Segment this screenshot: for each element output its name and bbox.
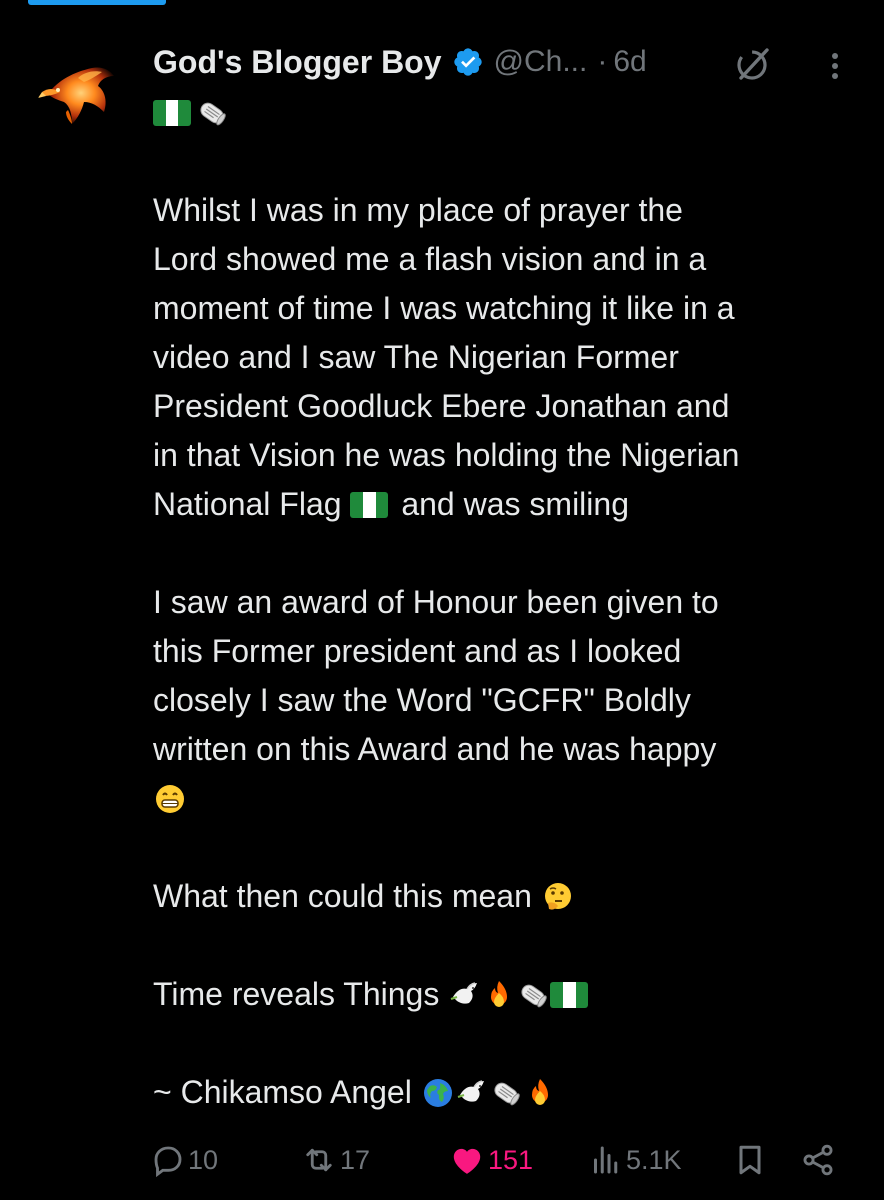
author-handle[interactable]: @Ch... xyxy=(494,45,588,79)
post-text-segment: Lord showed me a flash vision and in a xyxy=(153,241,707,277)
action-bar: 10 17 151 5.1K xyxy=(150,1138,850,1182)
more-options-icon[interactable] xyxy=(823,46,847,86)
post-text-line: in that Vision he was holding the Nigeri… xyxy=(153,431,739,480)
bookmark-icon xyxy=(732,1142,768,1178)
post-text-segment: What then could this mean xyxy=(153,878,541,914)
reply-count: 10 xyxy=(188,1144,219,1175)
post-body: Whilst I was in my place of prayer the Lo… xyxy=(153,88,739,1117)
post-text-line xyxy=(153,1019,739,1068)
reply-icon xyxy=(150,1142,186,1178)
post-text-segment: moment of time I was watching it like in… xyxy=(153,290,735,326)
top-tab-indicator xyxy=(28,0,166,5)
post-text-segment: video and I saw The Nigerian Former xyxy=(153,339,679,375)
repost-count: 17 xyxy=(340,1144,371,1175)
post-text-segment: written on this Award and he was happy xyxy=(153,731,717,767)
post-text-line: this Former president and as I looked xyxy=(153,627,739,676)
repost-icon xyxy=(300,1142,338,1178)
post-text-segment: ~ Chikamso Angel xyxy=(153,1074,421,1110)
share-icon xyxy=(800,1142,836,1178)
post-text-line: National Flag and was smiling xyxy=(153,480,739,529)
post-text-line: Lord showed me a flash vision and in a xyxy=(153,235,739,284)
bookmark-button[interactable] xyxy=(732,1138,768,1182)
post-text-segment: and was smiling xyxy=(392,486,629,522)
post-text-segment: Time reveals Things xyxy=(153,976,449,1012)
flaming-eagle-avatar-icon xyxy=(38,50,120,132)
fire-icon xyxy=(483,976,515,1025)
rolled-newspaper-icon xyxy=(490,1074,522,1123)
grinning-face-icon xyxy=(154,780,186,829)
avatar[interactable] xyxy=(38,50,120,132)
post-text-segment: President Goodluck Ebere Jonathan and xyxy=(153,388,730,424)
fire-icon xyxy=(524,1074,556,1123)
like-count: 151 xyxy=(488,1144,534,1175)
views-count: 5.1K xyxy=(626,1144,682,1175)
grok-icon[interactable] xyxy=(733,44,773,84)
post-timestamp[interactable]: 6d xyxy=(613,45,646,79)
post-text-line: Time reveals Things xyxy=(153,970,739,1019)
post-text-segment: I saw an award of Honour been given to xyxy=(153,584,719,620)
post-text-segment: Whilst I was in my place of prayer the xyxy=(153,192,683,228)
post-text-line: ~ Chikamso Angel xyxy=(153,1068,739,1117)
rolled-newspaper-icon xyxy=(517,976,549,1025)
repost-button[interactable]: 17 xyxy=(300,1138,370,1182)
post-text-line: written on this Award and he was happy xyxy=(153,725,739,774)
rolled-newspaper-icon xyxy=(196,94,228,143)
dove-icon xyxy=(449,976,481,1025)
views-icon xyxy=(588,1142,624,1178)
nigeria-flag-icon xyxy=(153,100,191,126)
post-text-segment: this Former president and as I looked xyxy=(153,633,682,669)
verified-badge-icon[interactable] xyxy=(452,46,484,78)
author-display-name[interactable]: God's Blogger Boy xyxy=(153,44,442,81)
separator-dot: · xyxy=(597,45,608,78)
post-text-line: closely I saw the Word "GCFR" Boldly xyxy=(153,676,739,725)
post-text-segment: closely I saw the Word "GCFR" Boldly xyxy=(153,682,691,718)
dove-icon xyxy=(456,1074,488,1123)
heart-icon xyxy=(448,1142,486,1178)
post-text-line xyxy=(153,137,739,186)
post-text-line: video and I saw The Nigerian Former xyxy=(153,333,739,382)
reply-button[interactable]: 10 xyxy=(150,1138,218,1182)
post-text-line: moment of time I was watching it like in… xyxy=(153,284,739,333)
post-header: God's Blogger Boy @Ch... · 6d xyxy=(153,38,647,86)
post-text-line xyxy=(153,774,739,823)
post-text-line: Whilst I was in my place of prayer the xyxy=(153,186,739,235)
post-text-line xyxy=(153,823,739,872)
nigeria-flag-icon xyxy=(350,492,389,518)
post-text-line: President Goodluck Ebere Jonathan and xyxy=(153,382,739,431)
post-text-line xyxy=(153,529,739,578)
like-button[interactable]: 151 xyxy=(448,1138,533,1182)
thinking-face-icon xyxy=(542,878,574,927)
post-text-line: What then could this mean xyxy=(153,872,739,921)
globe-icon xyxy=(422,1074,454,1123)
post-text-segment: National Flag xyxy=(153,486,351,522)
post-text-segment: in that Vision he was holding the Nigeri… xyxy=(153,437,740,473)
post-text-line xyxy=(153,921,739,970)
share-button[interactable] xyxy=(800,1138,836,1182)
post-emoji-line xyxy=(153,88,739,137)
post-text-line: I saw an award of Honour been given to xyxy=(153,578,739,627)
nigeria-flag-icon xyxy=(550,982,589,1008)
views-button[interactable]: 5.1K xyxy=(588,1138,682,1182)
